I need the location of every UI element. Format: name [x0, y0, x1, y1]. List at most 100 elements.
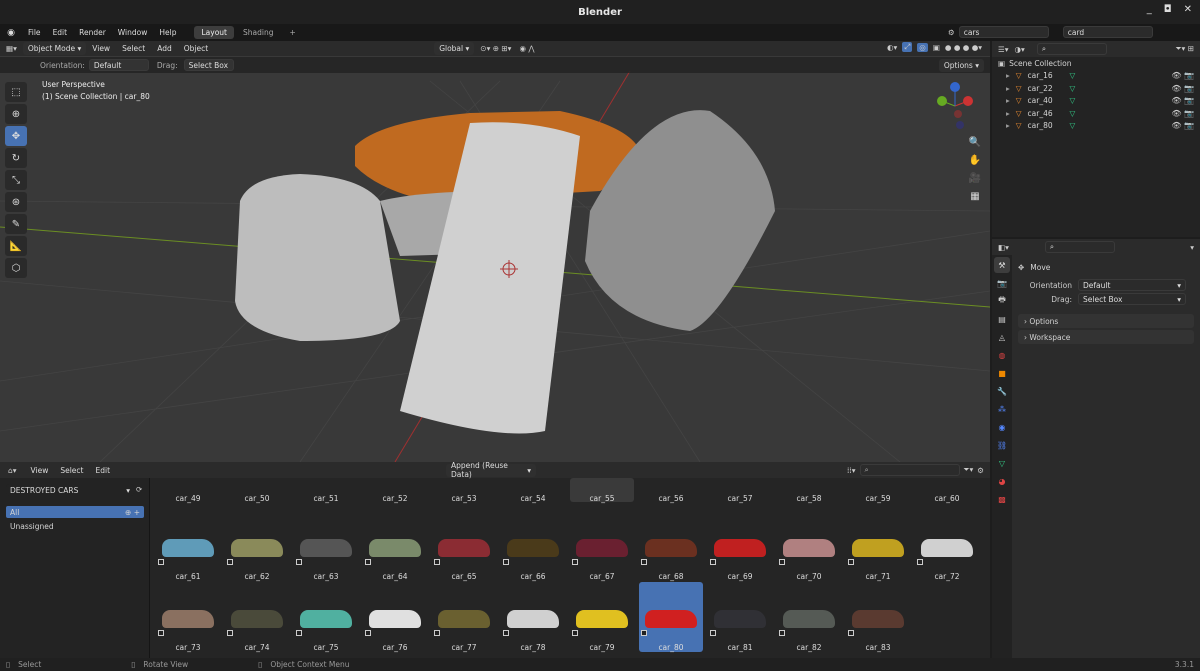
asset-tile[interactable]: car_68 — [639, 511, 703, 581]
viewport-menu-view[interactable]: View — [86, 44, 116, 53]
asset-tile[interactable]: car_66 — [501, 511, 565, 581]
expand-arrow-icon[interactable]: ▸ — [1006, 121, 1010, 130]
gizmo-icon[interactable]: ⤢ — [902, 42, 913, 52]
data-tab-icon[interactable]: ▽ — [994, 455, 1010, 471]
asset-tile[interactable]: car_74 — [225, 582, 289, 652]
orientation-dropdown[interactable]: Default — [88, 59, 149, 71]
viewport-menu-add[interactable]: Add — [151, 44, 178, 53]
menu-render[interactable]: Render — [73, 28, 112, 37]
asset-checkbox[interactable] — [710, 559, 716, 565]
output-tab-icon[interactable]: 🖶 — [994, 293, 1010, 309]
asset-tile[interactable]: car_64 — [363, 511, 427, 581]
outliner-item[interactable]: ▸ ▽ car_46 ▽ 👁 📷 — [992, 107, 1200, 120]
asset-checkbox[interactable] — [434, 559, 440, 565]
object-mode-dropdown[interactable]: Object Mode ▾ — [22, 42, 87, 55]
camera-render-icon[interactable]: 📷 — [1184, 71, 1194, 80]
asset-checkbox[interactable] — [227, 630, 233, 636]
scene-tab-icon[interactable]: ◬ — [994, 329, 1010, 345]
asset-checkbox[interactable] — [917, 559, 923, 565]
asset-tile[interactable]: car_83 — [846, 582, 910, 652]
eye-icon[interactable]: 👁 — [1171, 71, 1181, 80]
measure-tool-icon[interactable]: 📐 — [5, 236, 27, 256]
outliner-item[interactable]: ▸ ▽ car_22 ▽ 👁 📷 — [992, 82, 1200, 95]
asset-tile[interactable]: car_81 — [708, 582, 772, 652]
asset-checkbox[interactable] — [503, 559, 509, 565]
view-layer-tab-icon[interactable]: ▤ — [994, 311, 1010, 327]
camera-icon[interactable]: 🎥 — [966, 169, 984, 187]
library-dropdown[interactable]: DESTROYED CARS ▾ — [6, 484, 134, 496]
asset-checkbox[interactable] — [158, 630, 164, 636]
add-cube-tool-icon[interactable]: ⬡ — [5, 258, 27, 278]
asset-tile[interactable]: car_75 — [294, 582, 358, 652]
outliner-item[interactable]: ▸ ▽ car_40 ▽ 👁 📷 — [992, 95, 1200, 108]
viewport-menu-select[interactable]: Select — [116, 44, 151, 53]
material-tab-icon[interactable]: ◕ — [994, 473, 1010, 489]
restore-button[interactable]: ◘ — [1164, 4, 1172, 15]
add-workspace-button[interactable]: + — [282, 26, 302, 39]
3d-viewport[interactable]: ▦▾ Object Mode ▾ View Select Add Object … — [0, 41, 990, 462]
menu-window[interactable]: Window — [112, 28, 154, 37]
asset-tile[interactable]: car_80 — [639, 582, 703, 652]
filter-icon[interactable]: ⏷▾ — [964, 465, 974, 475]
particles-tab-icon[interactable]: ⁂ — [994, 401, 1010, 417]
asset-tile[interactable]: car_67 — [570, 511, 634, 581]
eye-icon[interactable]: 👁 — [1171, 96, 1181, 105]
eye-icon[interactable]: 👁 — [1171, 84, 1181, 93]
close-button[interactable]: ✕ — [1184, 4, 1192, 15]
zoom-icon[interactable]: 🔍 — [966, 133, 984, 151]
rotate-tool-icon[interactable]: ↻ — [5, 148, 27, 168]
asset-checkbox[interactable] — [572, 559, 578, 565]
asset-tile[interactable]: car_63 — [294, 511, 358, 581]
asset-checkbox[interactable] — [158, 559, 164, 565]
asset-checkbox[interactable] — [296, 630, 302, 636]
asset-checkbox[interactable] — [779, 630, 785, 636]
transform-orientation-dropdown[interactable]: Global ▾ — [434, 42, 475, 55]
scene-icon[interactable]: ⚙ — [948, 28, 955, 37]
asset-tile[interactable]: car_65 — [432, 511, 496, 581]
options-dropdown[interactable]: Options ▾ — [938, 59, 984, 72]
drag-dropdown[interactable]: Select Box — [183, 59, 234, 71]
camera-render-icon[interactable]: 📷 — [1184, 84, 1194, 93]
expand-arrow-icon[interactable]: ▸ — [1006, 71, 1010, 80]
menu-help[interactable]: Help — [153, 28, 182, 37]
settings-gear-icon[interactable]: ⚙ — [977, 466, 984, 475]
asset-search-input[interactable]: ⌕ — [859, 464, 960, 476]
options-panel[interactable]: › Options — [1018, 314, 1194, 328]
constraints-tab-icon[interactable]: ⛓ — [994, 437, 1010, 453]
scene-collection-row[interactable]: ▣ Scene Collection — [992, 57, 1200, 70]
asset-checkbox[interactable] — [365, 630, 371, 636]
viewport-menu-object[interactable]: Object — [178, 44, 214, 53]
eye-icon[interactable]: 👁 — [1171, 109, 1181, 118]
annotate-tool-icon[interactable]: ✎ — [5, 214, 27, 234]
orientation-dropdown[interactable]: Default ▾ — [1078, 279, 1186, 291]
tool-tab-icon[interactable]: ⚒ — [994, 257, 1010, 273]
menu-file[interactable]: File — [22, 28, 47, 37]
asset-checkbox[interactable] — [365, 559, 371, 565]
outliner-editor-icon[interactable]: ☰▾ — [998, 45, 1009, 54]
camera-render-icon[interactable]: 📷 — [1184, 96, 1194, 105]
tab-layout[interactable]: Layout — [194, 26, 234, 39]
render-tab-icon[interactable]: 📷 — [994, 275, 1010, 291]
chevron-down-icon[interactable]: ▾ — [1190, 243, 1200, 252]
asset-tile[interactable]: car_79 — [570, 582, 634, 652]
asset-tile[interactable]: car_71 — [846, 511, 910, 581]
camera-render-icon[interactable]: 📷 — [1184, 121, 1194, 130]
asset-tile[interactable]: car_72 — [915, 511, 979, 581]
asset-checkbox[interactable] — [710, 630, 716, 636]
asset-tile[interactable]: car_73 — [156, 582, 220, 652]
minimize-button[interactable]: _ — [1147, 4, 1152, 15]
scale-tool-icon[interactable]: ⤡ — [5, 170, 27, 190]
asset-checkbox[interactable] — [227, 559, 233, 565]
view-layer-selector[interactable]: card — [1062, 26, 1153, 38]
catalog-item-unassigned[interactable]: Unassigned — [6, 520, 144, 532]
properties-editor-icon[interactable]: ◧▾ — [998, 243, 1009, 252]
asset-checkbox[interactable] — [641, 559, 647, 565]
asset-checkbox[interactable] — [848, 630, 854, 636]
outliner-item[interactable]: ▸ ▽ car_16 ▽ 👁 📷 — [992, 70, 1200, 83]
shading-solid-icon[interactable]: ● ● ● ●▾ — [945, 43, 982, 52]
add-catalog-icon[interactable]: ⊕ + — [125, 508, 144, 517]
expand-arrow-icon[interactable]: ▸ — [1006, 109, 1010, 118]
visibility-icon[interactable]: ◐▾ — [887, 43, 897, 52]
editor-type-icon[interactable]: ▦▾ — [0, 44, 23, 53]
eye-icon[interactable]: 👁 — [1171, 121, 1181, 130]
